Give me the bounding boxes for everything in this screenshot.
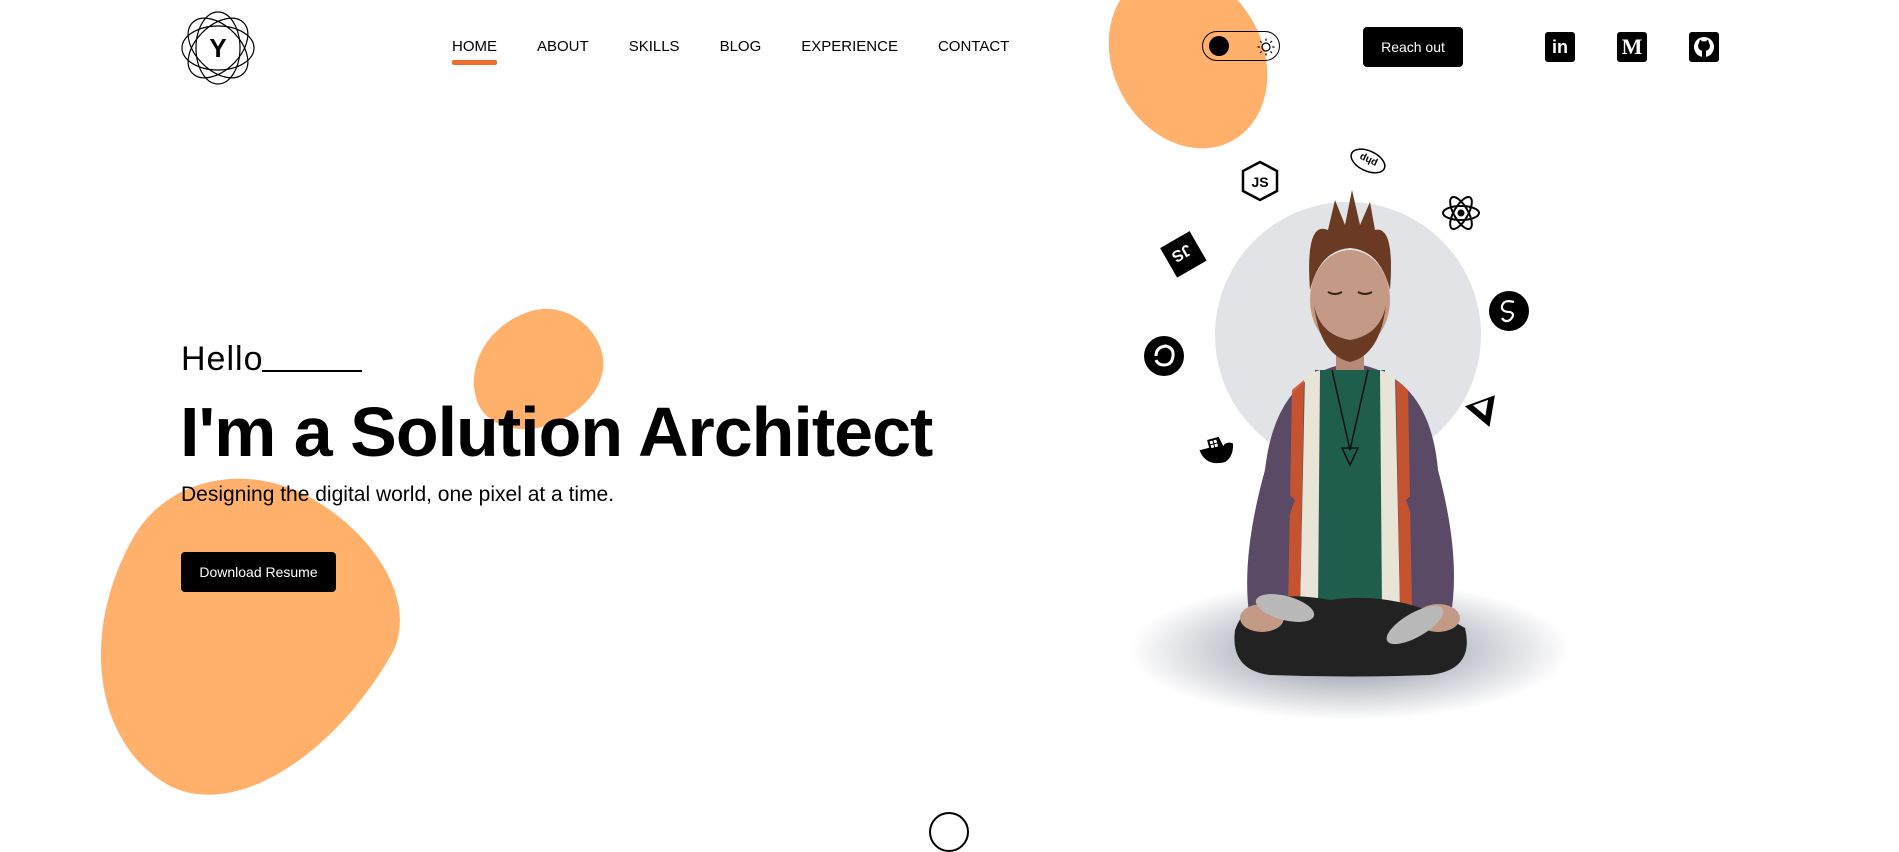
vue-icon — [1464, 395, 1495, 428]
medium-icon[interactable]: M — [1617, 32, 1647, 62]
greeting: Hello — [181, 340, 264, 378]
svg-text:JS: JS — [1251, 174, 1268, 190]
sun-icon — [1257, 38, 1275, 56]
react-icon — [1442, 196, 1480, 230]
nav-skills[interactable]: SKILLS — [629, 38, 680, 56]
hero-illustration: JS php JS — [1100, 130, 1600, 750]
nodejs-icon: JS — [1241, 160, 1279, 202]
hero-headline: I'm a Solution Architect — [180, 393, 933, 471]
javascript-icon: JS — [1160, 231, 1207, 278]
toggle-knob — [1209, 36, 1229, 56]
nav-blog[interactable]: BLOG — [720, 38, 762, 56]
sass-icon — [1489, 291, 1529, 331]
reach-out-button[interactable]: Reach out — [1363, 27, 1463, 67]
scroll-down-indicator[interactable] — [929, 812, 969, 852]
redux-icon — [1144, 336, 1184, 376]
linkedin-icon[interactable]: in — [1545, 32, 1575, 62]
logo-letter: Y — [209, 33, 227, 63]
hero-tagline: Designing the digital world, one pixel a… — [181, 483, 615, 506]
nav-about[interactable]: ABOUT — [537, 38, 589, 56]
download-resume-button[interactable]: Download Resume — [181, 552, 336, 592]
nav-experience[interactable]: EXPERIENCE — [801, 38, 898, 56]
php-icon: php — [1350, 148, 1386, 174]
meditating-person-illustration — [1130, 190, 1570, 720]
nav-home[interactable]: HOME — [452, 38, 497, 65]
github-icon[interactable] — [1689, 32, 1719, 62]
greeting-underline — [262, 370, 362, 372]
docker-icon — [1199, 436, 1234, 464]
nav-contact[interactable]: CONTACT — [938, 38, 1009, 56]
theme-toggle[interactable] — [1202, 31, 1280, 61]
site-logo[interactable]: Y — [180, 10, 256, 86]
github-mark-icon — [1694, 37, 1714, 57]
main-nav: HOME ABOUT SKILLS BLOG EXPERIENCE CONTAC… — [452, 38, 1049, 65]
